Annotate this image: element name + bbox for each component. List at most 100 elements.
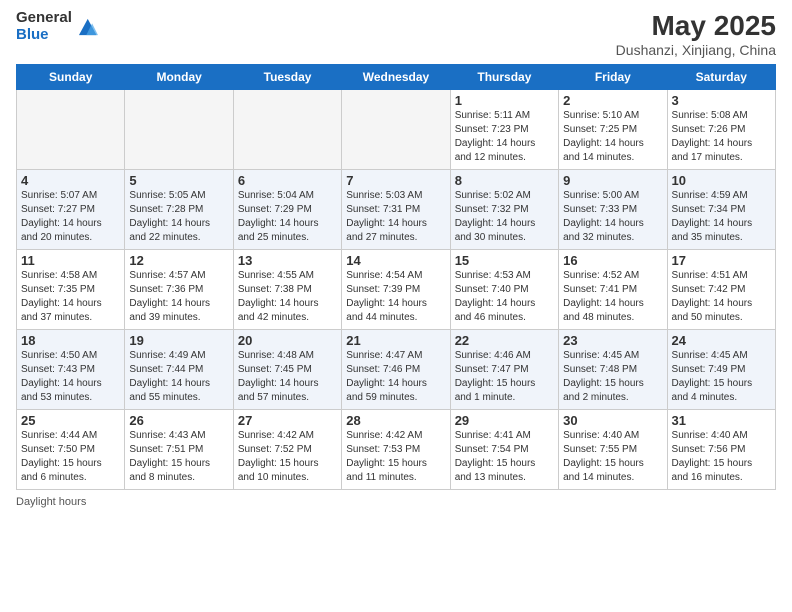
calendar-cell: 9Sunrise: 5:00 AMSunset: 7:33 PMDaylight… bbox=[559, 170, 667, 250]
day-info: Sunrise: 4:59 AMSunset: 7:34 PMDaylight:… bbox=[672, 189, 771, 245]
day-number: 27 bbox=[238, 413, 337, 428]
logo-text: General Blue bbox=[16, 10, 72, 43]
calendar-cell: 24Sunrise: 4:45 AMSunset: 7:49 PMDayligh… bbox=[667, 330, 775, 410]
day-number: 17 bbox=[672, 253, 771, 268]
day-info: Sunrise: 5:08 AMSunset: 7:26 PMDaylight:… bbox=[672, 109, 771, 165]
day-number: 1 bbox=[455, 93, 554, 108]
day-info: Sunrise: 4:48 AMSunset: 7:45 PMDaylight:… bbox=[238, 349, 337, 405]
calendar-cell: 16Sunrise: 4:52 AMSunset: 7:41 PMDayligh… bbox=[559, 250, 667, 330]
day-number: 19 bbox=[129, 333, 228, 348]
day-number: 28 bbox=[346, 413, 445, 428]
col-monday: Monday bbox=[125, 65, 233, 90]
logo-blue: Blue bbox=[16, 27, 72, 44]
calendar-cell: 20Sunrise: 4:48 AMSunset: 7:45 PMDayligh… bbox=[233, 330, 341, 410]
day-info: Sunrise: 5:04 AMSunset: 7:29 PMDaylight:… bbox=[238, 189, 337, 245]
col-friday: Friday bbox=[559, 65, 667, 90]
day-info: Sunrise: 4:41 AMSunset: 7:54 PMDaylight:… bbox=[455, 429, 554, 485]
logo-icon bbox=[76, 16, 98, 38]
calendar-cell: 11Sunrise: 4:58 AMSunset: 7:35 PMDayligh… bbox=[17, 250, 125, 330]
calendar-cell: 1Sunrise: 5:11 AMSunset: 7:23 PMDaylight… bbox=[450, 90, 558, 170]
day-number: 24 bbox=[672, 333, 771, 348]
day-info: Sunrise: 4:52 AMSunset: 7:41 PMDaylight:… bbox=[563, 269, 662, 325]
calendar-cell: 18Sunrise: 4:50 AMSunset: 7:43 PMDayligh… bbox=[17, 330, 125, 410]
calendar-cell: 30Sunrise: 4:40 AMSunset: 7:55 PMDayligh… bbox=[559, 410, 667, 490]
calendar-cell: 8Sunrise: 5:02 AMSunset: 7:32 PMDaylight… bbox=[450, 170, 558, 250]
day-info: Sunrise: 4:42 AMSunset: 7:52 PMDaylight:… bbox=[238, 429, 337, 485]
day-number: 16 bbox=[563, 253, 662, 268]
day-number: 6 bbox=[238, 173, 337, 188]
calendar-cell: 19Sunrise: 4:49 AMSunset: 7:44 PMDayligh… bbox=[125, 330, 233, 410]
day-number: 29 bbox=[455, 413, 554, 428]
calendar-cell: 14Sunrise: 4:54 AMSunset: 7:39 PMDayligh… bbox=[342, 250, 450, 330]
calendar-cell: 15Sunrise: 4:53 AMSunset: 7:40 PMDayligh… bbox=[450, 250, 558, 330]
day-number: 31 bbox=[672, 413, 771, 428]
calendar-cell: 2Sunrise: 5:10 AMSunset: 7:25 PMDaylight… bbox=[559, 90, 667, 170]
calendar-cell: 29Sunrise: 4:41 AMSunset: 7:54 PMDayligh… bbox=[450, 410, 558, 490]
calendar-cell: 4Sunrise: 5:07 AMSunset: 7:27 PMDaylight… bbox=[17, 170, 125, 250]
calendar-cell: 12Sunrise: 4:57 AMSunset: 7:36 PMDayligh… bbox=[125, 250, 233, 330]
day-info: Sunrise: 4:57 AMSunset: 7:36 PMDaylight:… bbox=[129, 269, 228, 325]
calendar-cell bbox=[125, 90, 233, 170]
calendar-week-row: 25Sunrise: 4:44 AMSunset: 7:50 PMDayligh… bbox=[17, 410, 776, 490]
day-info: Sunrise: 4:49 AMSunset: 7:44 PMDaylight:… bbox=[129, 349, 228, 405]
calendar-table: Sunday Monday Tuesday Wednesday Thursday… bbox=[16, 64, 776, 490]
day-number: 7 bbox=[346, 173, 445, 188]
day-info: Sunrise: 4:58 AMSunset: 7:35 PMDaylight:… bbox=[21, 269, 120, 325]
calendar-cell bbox=[342, 90, 450, 170]
day-info: Sunrise: 4:40 AMSunset: 7:55 PMDaylight:… bbox=[563, 429, 662, 485]
logo: General Blue bbox=[16, 10, 98, 43]
calendar-cell: 26Sunrise: 4:43 AMSunset: 7:51 PMDayligh… bbox=[125, 410, 233, 490]
calendar-cell: 25Sunrise: 4:44 AMSunset: 7:50 PMDayligh… bbox=[17, 410, 125, 490]
col-thursday: Thursday bbox=[450, 65, 558, 90]
day-number: 21 bbox=[346, 333, 445, 348]
day-number: 26 bbox=[129, 413, 228, 428]
day-number: 20 bbox=[238, 333, 337, 348]
day-info: Sunrise: 5:07 AMSunset: 7:27 PMDaylight:… bbox=[21, 189, 120, 245]
day-info: Sunrise: 5:02 AMSunset: 7:32 PMDaylight:… bbox=[455, 189, 554, 245]
page: General Blue May 2025 Dushanzi, Xinjiang… bbox=[0, 0, 792, 612]
calendar-cell bbox=[17, 90, 125, 170]
day-info: Sunrise: 4:44 AMSunset: 7:50 PMDaylight:… bbox=[21, 429, 120, 485]
day-info: Sunrise: 4:50 AMSunset: 7:43 PMDaylight:… bbox=[21, 349, 120, 405]
calendar-week-row: 11Sunrise: 4:58 AMSunset: 7:35 PMDayligh… bbox=[17, 250, 776, 330]
day-number: 10 bbox=[672, 173, 771, 188]
day-number: 25 bbox=[21, 413, 120, 428]
col-wednesday: Wednesday bbox=[342, 65, 450, 90]
day-info: Sunrise: 4:55 AMSunset: 7:38 PMDaylight:… bbox=[238, 269, 337, 325]
day-number: 18 bbox=[21, 333, 120, 348]
day-number: 30 bbox=[563, 413, 662, 428]
day-info: Sunrise: 5:05 AMSunset: 7:28 PMDaylight:… bbox=[129, 189, 228, 245]
day-number: 23 bbox=[563, 333, 662, 348]
header: General Blue May 2025 Dushanzi, Xinjiang… bbox=[16, 10, 776, 58]
day-number: 4 bbox=[21, 173, 120, 188]
daylight-hours-label: Daylight hours bbox=[16, 496, 86, 508]
calendar-cell: 10Sunrise: 4:59 AMSunset: 7:34 PMDayligh… bbox=[667, 170, 775, 250]
calendar-cell: 27Sunrise: 4:42 AMSunset: 7:52 PMDayligh… bbox=[233, 410, 341, 490]
calendar-cell bbox=[233, 90, 341, 170]
day-info: Sunrise: 5:11 AMSunset: 7:23 PMDaylight:… bbox=[455, 109, 554, 165]
day-number: 13 bbox=[238, 253, 337, 268]
logo-general: General bbox=[16, 10, 72, 27]
calendar-cell: 7Sunrise: 5:03 AMSunset: 7:31 PMDaylight… bbox=[342, 170, 450, 250]
title-location: Dushanzi, Xinjiang, China bbox=[616, 42, 776, 58]
day-info: Sunrise: 4:40 AMSunset: 7:56 PMDaylight:… bbox=[672, 429, 771, 485]
day-number: 9 bbox=[563, 173, 662, 188]
title-month: May 2025 bbox=[616, 10, 776, 42]
day-info: Sunrise: 5:03 AMSunset: 7:31 PMDaylight:… bbox=[346, 189, 445, 245]
col-sunday: Sunday bbox=[17, 65, 125, 90]
day-info: Sunrise: 4:54 AMSunset: 7:39 PMDaylight:… bbox=[346, 269, 445, 325]
calendar-week-row: 1Sunrise: 5:11 AMSunset: 7:23 PMDaylight… bbox=[17, 90, 776, 170]
calendar-cell: 21Sunrise: 4:47 AMSunset: 7:46 PMDayligh… bbox=[342, 330, 450, 410]
calendar-week-row: 18Sunrise: 4:50 AMSunset: 7:43 PMDayligh… bbox=[17, 330, 776, 410]
calendar-cell: 13Sunrise: 4:55 AMSunset: 7:38 PMDayligh… bbox=[233, 250, 341, 330]
calendar-cell: 23Sunrise: 4:45 AMSunset: 7:48 PMDayligh… bbox=[559, 330, 667, 410]
calendar-week-row: 4Sunrise: 5:07 AMSunset: 7:27 PMDaylight… bbox=[17, 170, 776, 250]
day-info: Sunrise: 4:47 AMSunset: 7:46 PMDaylight:… bbox=[346, 349, 445, 405]
calendar-cell: 28Sunrise: 4:42 AMSunset: 7:53 PMDayligh… bbox=[342, 410, 450, 490]
calendar-cell: 3Sunrise: 5:08 AMSunset: 7:26 PMDaylight… bbox=[667, 90, 775, 170]
day-number: 8 bbox=[455, 173, 554, 188]
day-info: Sunrise: 4:42 AMSunset: 7:53 PMDaylight:… bbox=[346, 429, 445, 485]
calendar-cell: 17Sunrise: 4:51 AMSunset: 7:42 PMDayligh… bbox=[667, 250, 775, 330]
calendar-cell: 31Sunrise: 4:40 AMSunset: 7:56 PMDayligh… bbox=[667, 410, 775, 490]
col-tuesday: Tuesday bbox=[233, 65, 341, 90]
